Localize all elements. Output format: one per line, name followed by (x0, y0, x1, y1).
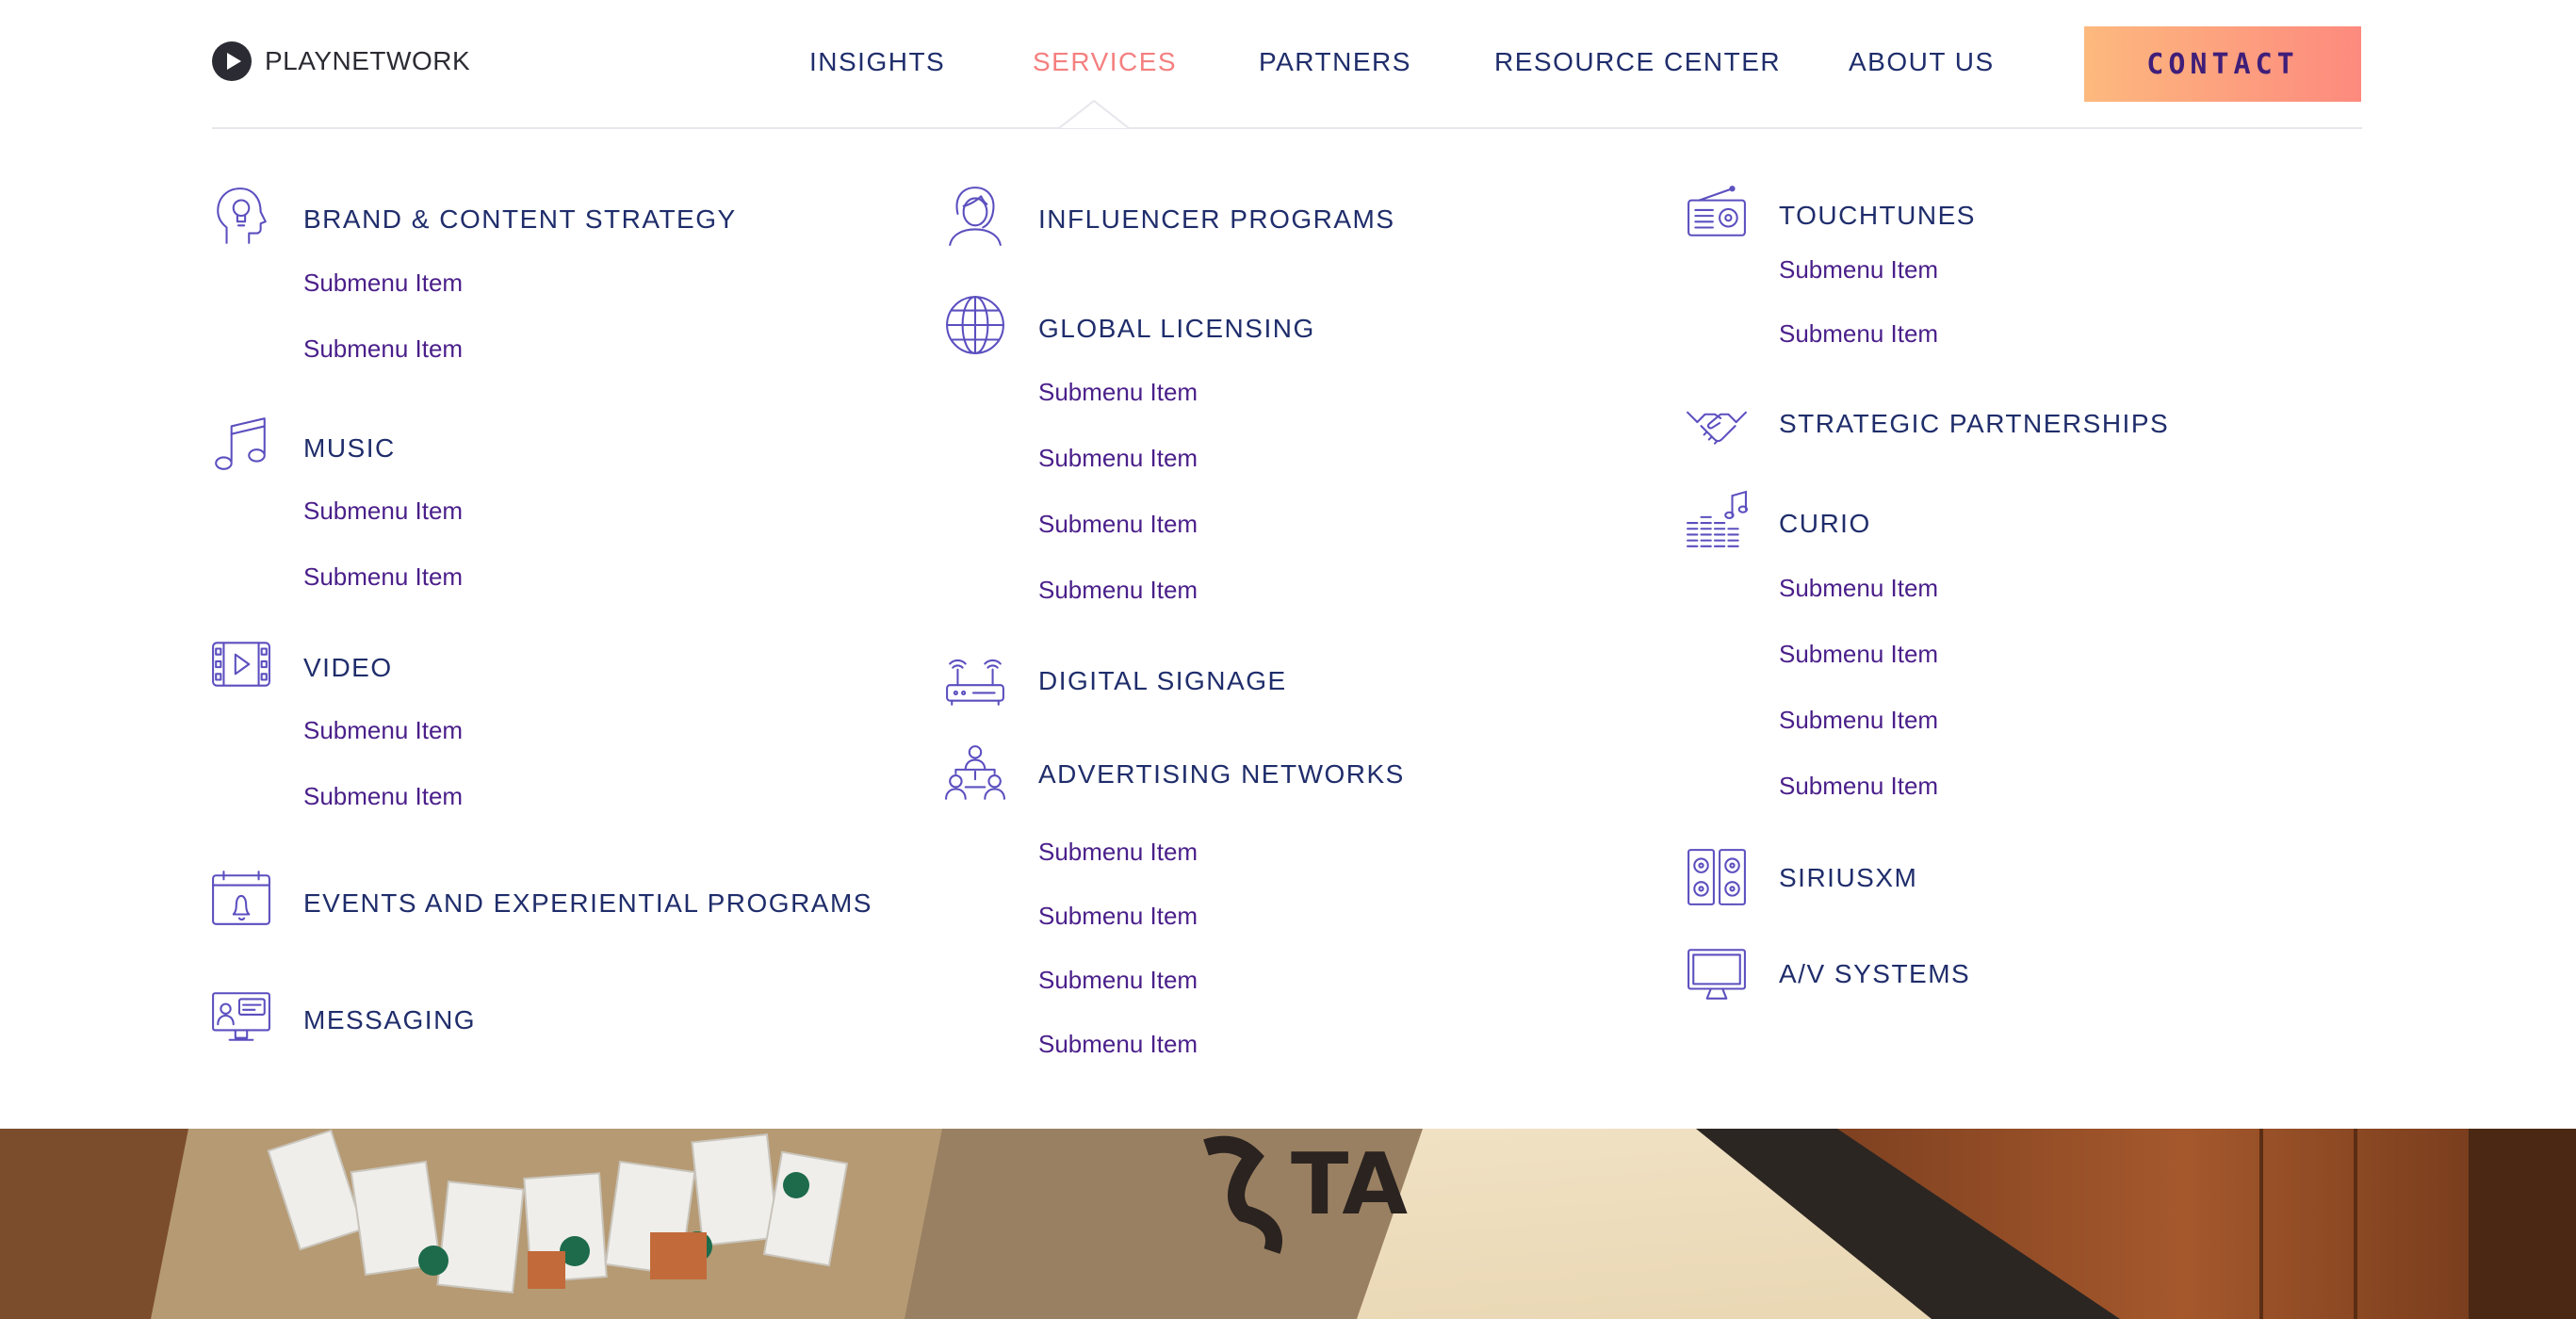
globe-icon (944, 294, 1006, 356)
category-events-experiential[interactable]: EVENTS AND EXPERIENTIAL PROGRAMS (303, 890, 872, 917)
submenu-item[interactable]: Submenu Item (1038, 446, 1198, 470)
monitor-chat-icon (210, 985, 272, 1048)
category-music[interactable]: MUSIC (303, 435, 396, 462)
category-av-systems[interactable]: A/V SYSTEMS (1779, 961, 1970, 987)
calendar-bell-icon (210, 868, 272, 930)
category-influencer-programs[interactable]: INFLUENCER PROGRAMS (1038, 206, 1395, 233)
people-network-icon (944, 742, 1006, 805)
submenu-item[interactable]: Submenu Item (1038, 512, 1198, 536)
submenu-item[interactable]: Submenu Item (303, 270, 463, 295)
category-messaging[interactable]: MESSAGING (303, 1007, 476, 1034)
category-global-licensing[interactable]: GLOBAL LICENSING (1038, 316, 1315, 342)
submenu-item[interactable]: Submenu Item (1779, 642, 1938, 666)
person-avatar-icon (944, 185, 1006, 247)
router-icon (944, 648, 1006, 710)
contact-button[interactable]: CONTACT (2084, 26, 2361, 102)
category-siriusxm[interactable]: SIRIUSXM (1779, 865, 1917, 891)
submenu-item[interactable]: Submenu Item (1038, 578, 1198, 602)
submenu-item[interactable]: Submenu Item (1038, 839, 1198, 864)
brand-name: PLAYNETWORK (265, 46, 471, 75)
nav-about-us[interactable]: ABOUT US (1849, 47, 1995, 77)
radio-icon (1686, 181, 1748, 243)
nav-partners[interactable]: PARTNERS (1259, 47, 1411, 77)
music-note-icon (210, 413, 272, 475)
submenu-item[interactable]: Submenu Item (303, 784, 463, 808)
video-film-icon (210, 633, 272, 695)
category-video[interactable]: VIDEO (303, 655, 393, 681)
hero-image: TA (0, 1129, 2576, 1319)
svg-text:TA: TA (1291, 1135, 1408, 1234)
submenu-item[interactable]: Submenu Item (303, 718, 463, 742)
nav-resource-center[interactable]: RESOURCE CENTER (1494, 47, 1781, 77)
category-digital-signage[interactable]: DIGITAL SIGNAGE (1038, 668, 1287, 694)
submenu-item[interactable]: Submenu Item (1779, 257, 1938, 282)
submenu-item[interactable]: Submenu Item (303, 498, 463, 523)
monitor-icon (1686, 942, 1748, 1004)
submenu-item[interactable]: Submenu Item (303, 336, 463, 361)
category-advertising-networks[interactable]: ADVERTISING NETWORKS (1038, 761, 1405, 788)
submenu-item[interactable]: Submenu Item (1779, 773, 1938, 798)
category-brand-content-strategy[interactable]: BRAND & CONTENT STRATEGY (303, 206, 737, 233)
speakers-icon (1686, 846, 1748, 908)
site-header: PLAYNETWORK INSIGHTS SERVICES PARTNERS R… (0, 0, 2576, 129)
handshake-icon (1686, 391, 1748, 453)
category-strategic-partnerships[interactable]: STRATEGIC PARTNERSHIPS (1779, 411, 2169, 437)
submenu-item[interactable]: Submenu Item (1038, 1032, 1198, 1056)
submenu-item[interactable]: Submenu Item (1779, 321, 1938, 346)
lightbulb-head-icon (210, 185, 272, 247)
submenu-item[interactable]: Submenu Item (303, 564, 463, 589)
category-touchtunes[interactable]: TOUCHTUNES (1779, 203, 1976, 229)
submenu-item[interactable]: Submenu Item (1038, 380, 1198, 404)
play-icon (212, 41, 252, 81)
nav-services[interactable]: SERVICES (1033, 47, 1177, 77)
header-divider (212, 127, 2362, 129)
submenu-item[interactable]: Submenu Item (1779, 576, 1938, 600)
nav-insights[interactable]: INSIGHTS (809, 47, 945, 77)
brand-logo[interactable]: PLAYNETWORK (212, 41, 470, 81)
submenu-item[interactable]: Submenu Item (1779, 708, 1938, 732)
submenu-item[interactable]: Submenu Item (1038, 968, 1198, 992)
submenu-item[interactable]: Submenu Item (1038, 904, 1198, 928)
category-curio[interactable]: CURIO (1779, 511, 1871, 537)
dropdown-caret (1059, 100, 1129, 129)
equalizer-music-icon (1686, 490, 1748, 552)
